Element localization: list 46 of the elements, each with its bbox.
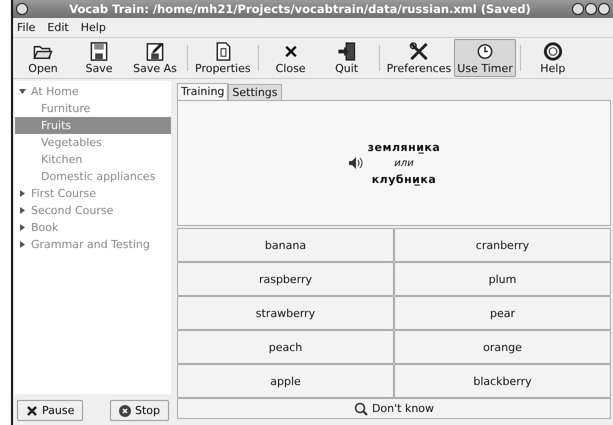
toolbar-button[interactable]: Save: [71, 39, 127, 77]
answer-button[interactable]: raspberry: [177, 262, 394, 296]
question-word: земляни̲ка: [368, 140, 440, 154]
answer-button[interactable]: apple: [177, 364, 394, 398]
stop-button[interactable]: Stop: [110, 400, 169, 421]
pause-button[interactable]: Pause: [17, 400, 84, 421]
tree-item[interactable]: Grammar and Testing: [15, 236, 171, 253]
menu-item[interactable]: Edit: [47, 21, 69, 34]
tree-item[interactable]: Second Course: [15, 202, 171, 219]
connector-text: или: [394, 158, 414, 168]
speaker-icon: [348, 156, 364, 170]
answer-button[interactable]: plum: [394, 262, 611, 296]
answer-button[interactable]: pear: [394, 296, 611, 330]
toolbar-button[interactable]: Close: [262, 39, 319, 77]
tab[interactable]: Settings: [228, 84, 282, 100]
lifebuoy-icon: [542, 41, 564, 62]
tree-item[interactable]: Book: [15, 219, 171, 236]
toolbar-button[interactable]: Use Timer: [454, 39, 516, 77]
answer-button[interactable]: peach: [177, 330, 394, 364]
tree-item[interactable]: Vegetables: [15, 134, 171, 151]
answer-button[interactable]: strawberry: [177, 296, 394, 330]
tree-item[interactable]: Furniture: [15, 100, 171, 117]
answer-button[interactable]: orange: [394, 330, 611, 364]
toolbar-button[interactable]: Properties: [192, 39, 254, 77]
stop-icon: [118, 404, 131, 416]
magnifier-icon: [354, 402, 368, 416]
toolbar-button[interactable]: Quit: [318, 39, 375, 77]
dont-know-button[interactable]: Don't know: [177, 398, 611, 419]
toolbar-button[interactable]: Preferences: [384, 39, 454, 77]
tab[interactable]: Training: [177, 83, 228, 100]
exit-door-icon: [336, 41, 358, 62]
menu-item[interactable]: File: [17, 21, 36, 34]
question-word: клубни̲ка: [372, 172, 436, 186]
menu-item[interactable]: Help: [80, 21, 106, 34]
tree-item[interactable]: Domestic appliances: [15, 168, 171, 185]
answer-button[interactable]: cranberry: [394, 228, 611, 262]
answer-button[interactable]: banana: [177, 228, 394, 262]
floppy-disk-pencil-icon: [144, 41, 166, 62]
toolbar-button[interactable]: Help: [524, 39, 581, 77]
tree-item[interactable]: At Home: [15, 83, 171, 100]
window-title: Vocab Train: /home/mh21/Projects/vocabtrain/data/russian.xml (Saved): [68, 2, 532, 16]
toolbar-button[interactable]: Save As: [127, 39, 183, 77]
answer-button[interactable]: blackberry: [394, 364, 611, 398]
tree-item[interactable]: Kitchen: [15, 151, 171, 168]
tree-item[interactable]: First Course: [15, 185, 171, 202]
toolbar-button[interactable]: Open: [15, 39, 71, 77]
